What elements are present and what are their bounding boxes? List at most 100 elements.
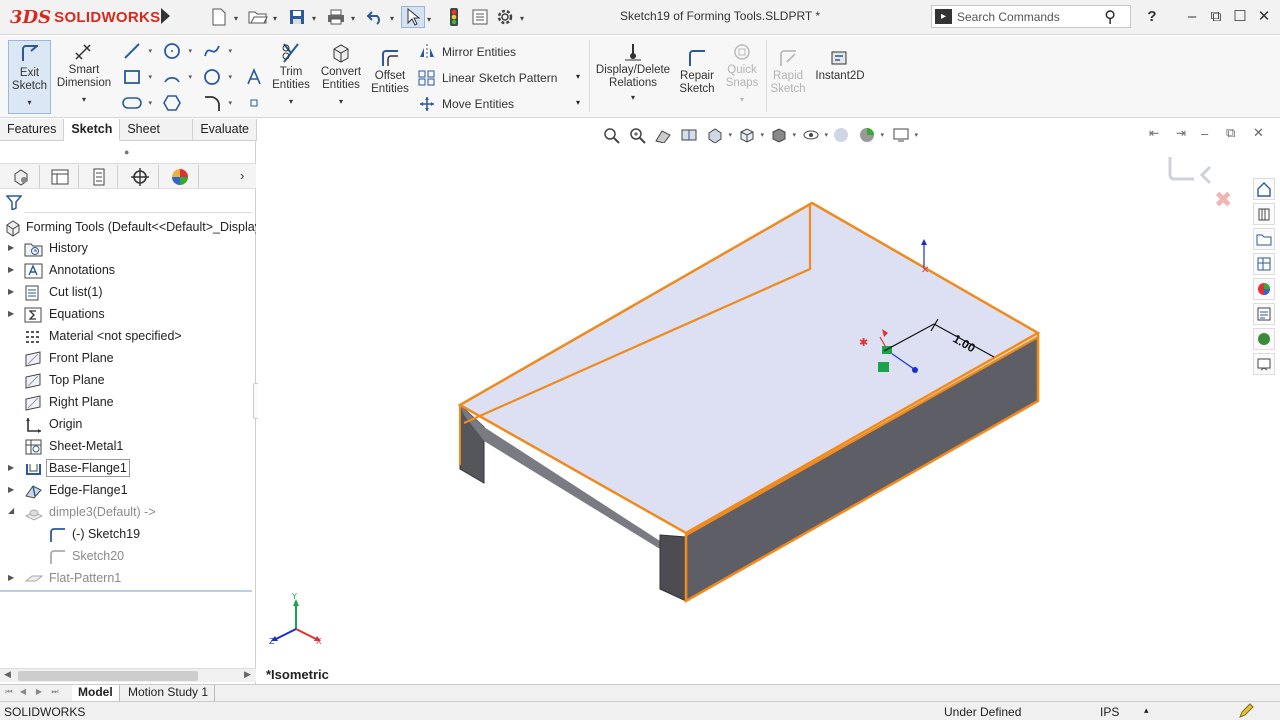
solidworks-resources-icon[interactable] <box>1253 178 1275 200</box>
model-canvas[interactable]: ✕ ✱ 1.00 Y X Z ✖ <box>258 141 1280 686</box>
collapse-arrow-icon[interactable]: ◢ <box>8 506 14 515</box>
viewport-minimize-icon[interactable]: – <box>1201 126 1208 141</box>
view-palette-icon[interactable] <box>1253 253 1275 275</box>
edit-appearance-icon[interactable] <box>830 125 852 145</box>
display-style-icon[interactable]: ▾ <box>768 125 796 145</box>
recording-icon[interactable] <box>1253 353 1275 375</box>
close-icon[interactable]: ✕ <box>1254 7 1274 27</box>
configuration-manager-tab-icon[interactable] <box>80 165 118 188</box>
first-tab-arrow-icon[interactable]: ⏮ <box>4 687 14 698</box>
undo-icon[interactable]: ▾ <box>363 6 394 28</box>
tree-item-sheet-metal1[interactable]: Sheet-Metal1 <box>0 436 256 458</box>
viewport-restore-right-icon[interactable]: ⇥ <box>1176 126 1186 140</box>
mirror-entities-button[interactable]: Mirror Entities <box>418 44 516 60</box>
open-folder-icon[interactable]: ▾ <box>246 6 277 28</box>
tree-item-origin[interactable]: Origin <box>0 414 256 436</box>
sketch-fillet-icon[interactable]: ▾ <box>201 93 232 113</box>
tree-item-front-plane[interactable]: Front Plane <box>0 348 256 370</box>
scroll-right-arrow-icon[interactable]: ▶ <box>244 669 251 680</box>
repair-sketch-button[interactable]: Repair Sketch <box>676 48 718 96</box>
quick-snaps-button[interactable]: Quick Snaps ▾ <box>721 42 763 106</box>
tab-features[interactable]: Features <box>0 119 65 141</box>
menu-expand-arrow-icon[interactable] <box>161 8 170 24</box>
panel-more-tabs-arrow-icon[interactable]: › <box>240 168 244 183</box>
print-icon[interactable]: ▾ <box>324 6 355 28</box>
confirmation-corner-return-icon[interactable] <box>1199 165 1212 185</box>
arc-icon[interactable]: ▾ <box>161 67 192 87</box>
help-icon[interactable]: ? <box>1142 7 1162 27</box>
status-units[interactable]: IPS <box>1100 705 1119 719</box>
panel-splitter-handle[interactable]: ● <box>124 147 129 157</box>
tree-item-right-plane[interactable]: Right Plane <box>0 392 256 414</box>
expand-arrow-icon[interactable]: ▶ <box>8 485 14 494</box>
tree-root-part[interactable]: Forming Tools (Default<<Default>_Display <box>4 219 256 237</box>
search-icon[interactable]: ⚲ <box>1104 7 1116 27</box>
zoom-to-area-icon[interactable] <box>626 125 648 145</box>
tree-item-cut-list[interactable]: ▶ Cut list(1) <box>0 282 256 304</box>
linear-sketch-pattern-button[interactable]: Linear Sketch Pattern <box>418 70 557 86</box>
tab-sheet-metal[interactable]: Sheet Metal <box>120 119 194 157</box>
dimxpert-manager-tab-icon[interactable] <box>121 165 159 188</box>
file-properties-icon[interactable] <box>468 6 492 28</box>
top-face[interactable] <box>457 201 1041 535</box>
design-library-icon[interactable] <box>1253 203 1275 225</box>
convert-entities-button[interactable]: Convert Entities ▾ <box>317 42 365 108</box>
exit-sketch-dropdown-icon[interactable]: ▾ <box>9 96 50 109</box>
search-mode-icon[interactable]: ▸ <box>935 9 952 24</box>
units-dropdown-icon[interactable]: ▴ <box>1144 705 1149 716</box>
search-commands-field[interactable]: ▸ Search Commands ⚲ <box>931 5 1131 28</box>
previous-view-icon[interactable] <box>652 125 674 145</box>
property-manager-tab-icon[interactable] <box>41 165 79 188</box>
panel-horizontal-scrollbar[interactable]: ◀ ▶ <box>0 668 256 682</box>
dynamic-annotation-view-icon[interactable]: ▾ <box>704 125 732 145</box>
sketch-endpoint[interactable] <box>912 367 918 373</box>
feature-manager-tab-icon[interactable] <box>2 165 40 188</box>
previous-tab-arrow-icon[interactable]: ◀ <box>18 687 28 698</box>
rollback-bar[interactable] <box>0 590 252 592</box>
next-tab-arrow-icon[interactable]: ▶ <box>34 687 44 698</box>
tree-item-flat-pattern1[interactable]: ▶ Flat-Pattern1 <box>0 568 256 590</box>
tree-item-annotations[interactable]: ▶ Annotations <box>0 260 256 282</box>
tab-motion-study-1[interactable]: Motion Study 1 <box>122 685 216 701</box>
select-pointer-icon[interactable]: ▾ <box>401 6 431 28</box>
confirmation-corner-cancel-icon[interactable]: ✖ <box>1214 188 1232 213</box>
tree-item-history[interactable]: ▶ History <box>0 238 256 260</box>
viewport-close-icon[interactable]: ✕ <box>1253 125 1264 141</box>
section-view-icon[interactable] <box>678 125 700 145</box>
rapid-sketch-button[interactable]: Rapid Sketch <box>768 48 808 96</box>
line-icon[interactable]: ▾ <box>121 41 152 61</box>
tab-model[interactable]: Model <box>72 685 120 701</box>
tree-filter-field[interactable] <box>24 195 252 213</box>
minimize-icon[interactable]: – <box>1182 7 1202 27</box>
expand-arrow-icon[interactable]: ▶ <box>8 573 14 582</box>
move-entities-button[interactable]: Move Entities <box>418 96 514 112</box>
tab-evaluate[interactable]: Evaluate <box>193 119 257 141</box>
text-icon[interactable] <box>243 67 265 87</box>
offset-entities-button[interactable]: Offset Entities <box>368 48 412 96</box>
appearances-scenes-icon[interactable] <box>1253 278 1275 300</box>
save-icon[interactable]: ▾ <box>285 6 316 28</box>
tree-item-edge-flange1[interactable]: ▶ Edge-Flange1 <box>0 480 256 502</box>
exit-sketch-button[interactable]: Exit Sketch ▾ <box>8 40 51 114</box>
tile-windows-icon[interactable]: ⧉ <box>1206 7 1226 27</box>
viewport-maximize-icon[interactable]: ⧉ <box>1226 125 1235 141</box>
tree-item-top-plane[interactable]: Top Plane <box>0 370 256 392</box>
expand-arrow-icon[interactable]: ▶ <box>8 243 14 252</box>
relation-marker-icon[interactable] <box>878 362 889 372</box>
tab-sketch[interactable]: Sketch <box>64 119 121 141</box>
move-entities-dropdown-icon[interactable]: ▾ <box>576 98 580 107</box>
rebuild-pencil-icon[interactable] <box>1238 703 1254 720</box>
instant2d-button[interactable]: Instant2D <box>812 48 868 83</box>
rectangle-icon[interactable]: ▾ <box>121 67 152 87</box>
tree-item-sketch20[interactable]: Sketch20 <box>0 546 256 568</box>
new-document-icon[interactable]: ▾ <box>207 6 238 28</box>
tree-item-equations[interactable]: ▶ Equations <box>0 304 256 326</box>
scroll-left-arrow-icon[interactable]: ◀ <box>4 669 11 680</box>
confirmation-corner-accept-icon[interactable] <box>1168 157 1194 181</box>
polygon-icon[interactable] <box>161 93 183 113</box>
linear-pattern-dropdown-icon[interactable]: ▾ <box>576 72 580 81</box>
view-orientation-icon[interactable]: ▾ <box>736 125 764 145</box>
filter-icon[interactable] <box>5 194 24 212</box>
apply-scene-icon[interactable]: ▾ <box>856 125 884 145</box>
sketch-point-marker-icon[interactable]: ✕ <box>921 265 929 276</box>
